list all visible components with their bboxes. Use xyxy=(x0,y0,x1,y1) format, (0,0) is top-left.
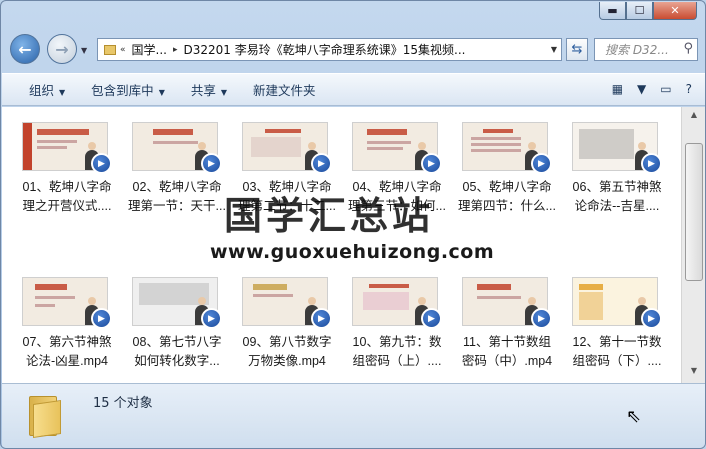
file-name: 11、第十节数组密码（中）.mp4 xyxy=(461,335,553,368)
explorer-window: ▬ ☐ ✕ ← → ▼ « 国学... ▸ D32201 李易玲《乾坤八字命理系… xyxy=(0,0,706,449)
media-player-icon: ▶ xyxy=(641,153,662,174)
file-name: 09、第八节数字万物类像.mp4 xyxy=(242,335,332,368)
breadcrumb-parent[interactable]: 国学... xyxy=(132,41,167,58)
file-name: 08、第七节八字如何转化数字... xyxy=(132,335,222,368)
media-player-icon: ▶ xyxy=(641,308,662,329)
watermark-title: 国学汇总站 xyxy=(224,193,435,238)
details-pane: 15 个对象 ⇖ xyxy=(2,383,705,448)
preview-pane-icon[interactable]: ▭ xyxy=(660,82,671,96)
breadcrumb-current[interactable]: D32201 李易玲《乾坤八字命理系统课》15集视频... xyxy=(184,41,466,58)
file-name: 02、乾坤八字命理第一节：天干... xyxy=(128,180,226,213)
recent-pages-dropdown[interactable]: ▼ xyxy=(81,46,87,55)
caption-buttons: ▬ ☐ ✕ xyxy=(599,2,697,20)
view-dropdown-icon[interactable]: ▼ xyxy=(637,82,646,96)
file-item[interactable]: ▶ 08、第七节八字如何转化数字... xyxy=(132,277,242,383)
media-player-icon: ▶ xyxy=(531,308,552,329)
search-icon: ⚲ xyxy=(683,41,693,56)
maximize-button[interactable]: ☐ xyxy=(626,2,653,20)
item-count: 15 个对象 xyxy=(93,396,153,411)
folder-icon xyxy=(104,44,116,55)
back-button[interactable]: ← xyxy=(10,34,40,64)
file-name: 05、乾坤八字命理第四节：什么... xyxy=(458,180,556,213)
chevron-down-icon: ▼ xyxy=(220,88,228,97)
file-name: 01、乾坤八字命理之开营仪式.... xyxy=(22,180,112,213)
watermark-url: www.guoxuehuizong.com xyxy=(210,241,495,263)
file-item[interactable]: ▶ 01、乾坤八字命理之开营仪式.... xyxy=(22,122,132,252)
vertical-scrollbar[interactable]: ▲ ▼ xyxy=(681,107,705,383)
search-input[interactable]: 搜索 D32... ⚲ xyxy=(594,38,698,61)
chevron-down-icon: ▼ xyxy=(158,88,165,97)
file-item[interactable]: ▶ 09、第八节数字万物类像.mp4 xyxy=(242,277,352,383)
file-item[interactable]: ▶ 06、第五节神煞论命法--吉星.... xyxy=(572,122,681,252)
new-folder-button[interactable]: 新建文件夹 xyxy=(253,80,316,99)
media-player-icon: ▶ xyxy=(91,153,112,174)
minimize-button[interactable]: ▬ xyxy=(599,2,626,20)
media-player-icon: ▶ xyxy=(421,153,442,174)
address-bar[interactable]: « 国学... ▸ D32201 李易玲《乾坤八字命理系统课》15集视频... … xyxy=(97,38,562,61)
media-player-icon: ▶ xyxy=(421,308,442,329)
folder-icon xyxy=(29,392,61,438)
media-player-icon: ▶ xyxy=(531,153,552,174)
media-player-icon: ▶ xyxy=(311,308,332,329)
breadcrumb-separator[interactable]: ▸ xyxy=(173,45,178,55)
file-item[interactable]: ▶ 05、乾坤八字命理第四节：什么... xyxy=(458,122,572,252)
include-library-label: 包含到库中 xyxy=(91,83,154,98)
command-bar: 组织 ▼ 包含到库中 ▼ 共享 ▼ 新建文件夹 ▦ ▼ ▭ ? xyxy=(2,73,705,106)
scroll-up-icon[interactable]: ▲ xyxy=(685,110,703,124)
file-item[interactable]: ▶ 12、第十一节数组密码（下）.... xyxy=(572,277,681,383)
media-player-icon: ▶ xyxy=(91,308,112,329)
share-label: 共享 xyxy=(190,83,216,98)
address-dropdown-icon[interactable]: ▼ xyxy=(551,45,557,54)
share-menu[interactable]: 共享 ▼ xyxy=(191,80,227,99)
search-placeholder: 搜索 D32... xyxy=(605,43,669,57)
file-item[interactable]: ▶ 07、第六节神煞论法-凶星.mp4 xyxy=(22,277,132,383)
file-name: 12、第十一节数组密码（下）.... xyxy=(572,335,662,368)
file-name: 07、第六节神煞论法-凶星.mp4 xyxy=(22,335,112,368)
change-view-icon[interactable]: ▦ xyxy=(612,82,623,96)
close-button[interactable]: ✕ xyxy=(653,2,697,20)
file-item[interactable]: ▶ 11、第十节数组密码（中）.mp4 xyxy=(462,277,572,383)
mouse-pointer-icon: ⇖ xyxy=(626,406,642,427)
view-controls: ▦ ▼ ▭ ? xyxy=(612,82,692,96)
refresh-button[interactable]: ⇆ xyxy=(566,38,588,61)
breadcrumb-overflow[interactable]: « xyxy=(120,45,126,55)
scroll-thumb[interactable] xyxy=(685,143,703,281)
file-list: ▶ 01、乾坤八字命理之开营仪式.... ▶ 02、乾坤八字命理第一节：天干..… xyxy=(2,107,681,383)
help-icon[interactable]: ? xyxy=(686,82,692,96)
organize-menu[interactable]: 组织 ▼ xyxy=(29,80,65,99)
forward-button[interactable]: → xyxy=(47,34,77,64)
navigation-bar: ← → ▼ « 国学... ▸ D32201 李易玲《乾坤八字命理系统课》15集… xyxy=(1,28,705,72)
file-item[interactable]: ▶ 10、第九节：数组密码（上）.... xyxy=(352,277,462,383)
media-player-icon: ▶ xyxy=(201,308,222,329)
file-name: 10、第九节：数组密码（上）.... xyxy=(352,335,442,368)
organize-label: 组织 xyxy=(29,83,55,98)
include-in-library-menu[interactable]: 包含到库中 ▼ xyxy=(91,80,165,99)
media-player-icon: ▶ xyxy=(201,153,222,174)
chevron-down-icon: ▼ xyxy=(59,88,66,97)
media-player-icon: ▶ xyxy=(311,153,332,174)
scroll-down-icon[interactable]: ▼ xyxy=(685,366,703,380)
file-name: 06、第五节神煞论命法--吉星.... xyxy=(572,180,662,213)
